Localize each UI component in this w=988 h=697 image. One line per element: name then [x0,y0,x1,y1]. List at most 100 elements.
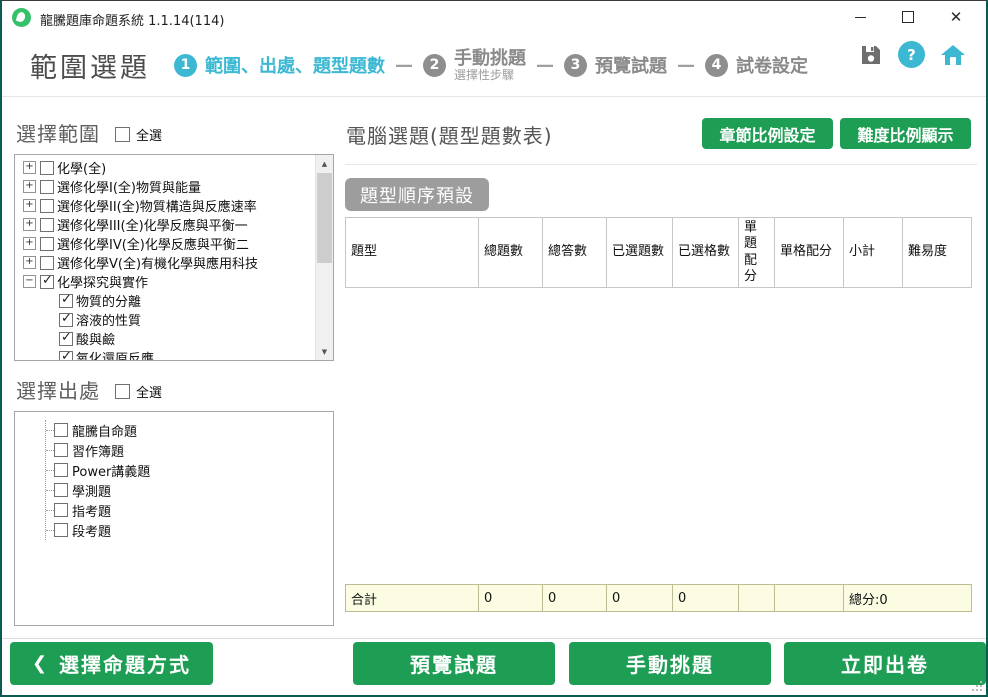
source-section-title: 選擇出處 [16,375,100,404]
tree-item[interactable]: 化學(全) [19,158,315,177]
list-item[interactable]: 指考題 [46,500,150,520]
step-4-number: 4 [705,54,728,77]
totals-label: 合計 [346,585,479,612]
col-total-questions: 總題數 [479,218,543,288]
source-item-label: 指考題 [72,501,111,520]
generate-paper-button[interactable]: 立即出卷 [784,642,986,685]
question-order-preset-button[interactable]: 題型順序預設 [345,178,489,211]
scope-tree: 化學(全) 選修化學I(全)物質與能量 選修化學II(全)物質構造與反應速率 選… [19,158,315,361]
source-item-label: 段考題 [72,521,111,540]
checkbox[interactable] [59,351,73,362]
tree-item[interactable]: 溶液的性質 [19,310,315,329]
help-button[interactable]: ? [898,41,925,68]
checkbox[interactable] [40,180,54,194]
scope-select-all-checkbox[interactable] [115,127,130,142]
totals-row-table: 合計 0 0 0 0 總分:0 [345,584,972,612]
manual-pick-button[interactable]: 手動挑題 [569,642,771,685]
checkbox[interactable] [54,443,68,457]
maximize-button[interactable] [884,1,932,33]
checkbox[interactable] [40,275,54,289]
checkbox[interactable] [59,332,73,346]
window-controls: ✕ [836,1,980,33]
totals-per-question-score [739,585,775,612]
source-item-label: 龍騰自命題 [72,421,137,440]
app-window: 龍騰題庫命題系統 1.1.14(114) ✕ 範圍選題 1 範圍、出處、題型題數… [0,0,988,697]
back-to-method-button[interactable]: ❮ 選擇命題方式 [10,642,213,685]
tree-item-label: 化學探究與實作 [57,272,148,291]
home-button[interactable] [940,43,966,67]
checkbox[interactable] [54,483,68,497]
checkbox[interactable] [54,423,68,437]
checkbox[interactable] [40,161,54,175]
list-item[interactable]: 學測題 [46,480,150,500]
totals-total-score: 總分:0 [844,585,972,612]
expand-icon[interactable] [23,180,36,193]
checkbox[interactable] [59,294,73,308]
tree-item-label: 選修化學II(全)物質構造與反應速率 [57,196,257,215]
expand-icon[interactable] [23,218,36,231]
tree-item-label: 酸與鹼 [76,329,115,348]
close-button[interactable]: ✕ [932,1,980,33]
step-1-label: 範圍、出處、題型題數 [205,52,385,78]
tree-item[interactable]: 選修化學III(全)化學反應與平衡一 [19,215,315,234]
source-item-label: 習作簿題 [72,441,124,460]
scrollbar-thumb[interactable] [317,173,332,263]
help-icon: ? [907,46,916,64]
expand-icon[interactable] [23,199,36,212]
step-1-scope[interactable]: 1 範圍、出處、題型題數 [174,52,385,78]
resize-grip[interactable] [972,681,982,691]
preview-questions-button[interactable]: 預覽試題 [353,642,555,685]
checkbox[interactable] [40,237,54,251]
tree-item[interactable]: 化學探究與實作 [19,272,315,291]
scrollbar[interactable]: ▲ ▼ [315,155,333,360]
source-list-box: 龍騰自命題 習作簿題 Power講義題 學測題 指考題 [14,411,334,626]
tree-item[interactable]: 選修化學IV(全)化學反應與平衡二 [19,234,315,253]
tree-guide [46,450,54,451]
list-item[interactable]: 龍騰自命題 [46,420,150,440]
back-button-label: 選擇命題方式 [59,649,191,678]
tree-item[interactable]: 選修化學I(全)物質與能量 [19,177,315,196]
tree-item-label: 選修化學III(全)化學反應與平衡一 [57,215,248,234]
minimize-icon [855,17,866,18]
scope-section-title: 選擇範圍 [16,118,100,147]
tree-item[interactable]: 氧化還原反應 [19,348,315,361]
difficulty-ratio-button[interactable]: 難度比例顯示 [840,118,971,149]
scroll-up-icon[interactable]: ▲ [316,155,333,172]
chapter-ratio-button[interactable]: 章節比例設定 [702,118,833,149]
totals-per-cell-score [775,585,844,612]
checkbox[interactable] [40,256,54,270]
checkbox[interactable] [54,463,68,477]
checkbox[interactable] [59,313,73,327]
step-2-subtitle: 選擇性步驟 [454,69,526,82]
step-4-paper-settings[interactable]: 4 試卷設定 [705,52,808,78]
checkbox[interactable] [40,199,54,213]
save-button[interactable] [859,43,883,67]
expand-icon[interactable] [23,237,36,250]
scope-select-all[interactable]: 全選 [115,125,162,144]
checkbox[interactable] [40,218,54,232]
list-item[interactable]: Power講義題 [46,460,150,480]
checkbox[interactable] [54,523,68,537]
tree-item[interactable]: 選修化學II(全)物質構造與反應速率 [19,196,315,215]
tree-item[interactable]: 酸與鹼 [19,329,315,348]
tree-item[interactable]: 物質的分離 [19,291,315,310]
list-item[interactable]: 習作簿題 [46,440,150,460]
col-per-question-score: 單題配分 [739,218,775,288]
expand-icon[interactable] [23,256,36,269]
minimize-button[interactable] [836,1,884,33]
expand-icon[interactable] [23,161,36,174]
tree-guide [46,490,54,491]
tree-guide [46,430,54,431]
source-select-all[interactable]: 全選 [115,382,162,401]
scroll-down-icon[interactable]: ▼ [316,343,333,360]
step-2-manual-pick[interactable]: 2 手動挑題 選擇性步驟 [423,49,526,82]
source-select-all-checkbox[interactable] [115,384,130,399]
step-3-preview[interactable]: 3 預覽試題 [564,52,667,78]
top-toolbar: ? [859,41,966,68]
checkbox[interactable] [54,503,68,517]
step-3-number: 3 [564,54,587,77]
tree-item[interactable]: 選修化學V(全)有機化學與應用科技 [19,253,315,272]
collapse-icon[interactable] [23,275,36,288]
list-item[interactable]: 段考題 [46,520,150,540]
page-title: 範圍選題 [30,46,150,85]
